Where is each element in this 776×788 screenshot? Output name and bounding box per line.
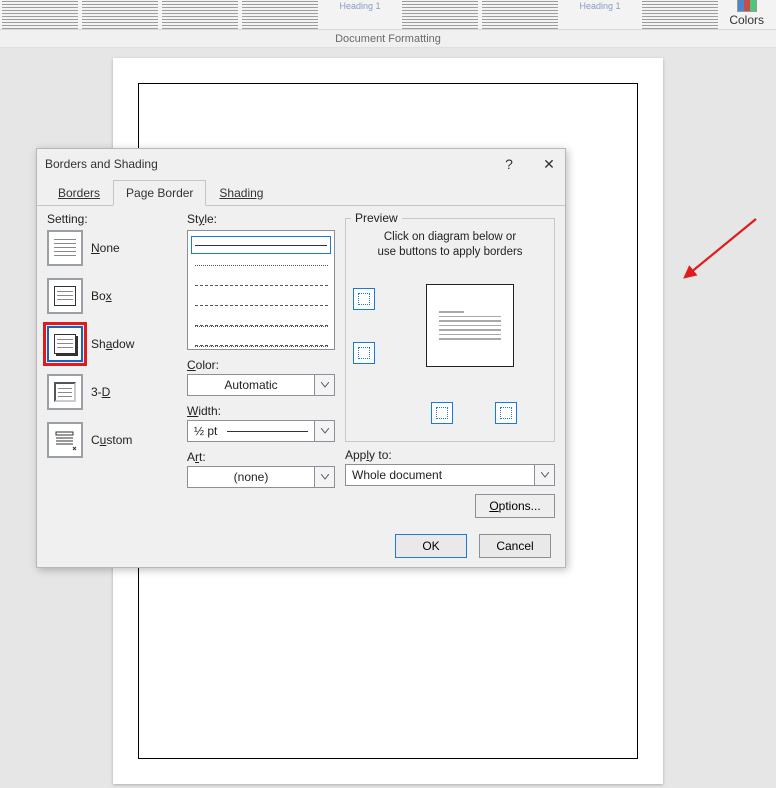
colors-button[interactable]: Colors [725,0,768,29]
setting-label: Setting: [47,212,177,226]
tab-shading[interactable]: Shading [206,180,276,206]
setting-shadow-label: Shadow [91,337,134,351]
setting-none-label: None [91,241,120,255]
style-thumb-heading[interactable] [322,1,398,29]
chevron-down-icon [314,421,334,441]
style-thumb-heading[interactable] [562,1,638,29]
style-thumb[interactable] [162,1,238,29]
art-combo[interactable]: (none) [187,466,335,488]
apply-to-label: Apply to: [345,448,392,462]
style-option-dotted[interactable] [191,256,331,274]
dialog-help-icon[interactable]: ? [501,156,517,172]
borders-shading-dialog: Borders and Shading ? ✕ Borders Page Bor… [36,148,566,568]
style-option-dashdot[interactable] [191,316,331,334]
box-icon [54,286,76,306]
preview-hint: Click on diagram below or use buttons to… [345,230,555,260]
width-value: ½ pt [188,421,314,441]
none-icon [54,239,76,257]
preview-diagram[interactable] [420,278,520,373]
style-listbox[interactable] [187,230,335,350]
dialog-title: Borders and Shading [45,157,158,171]
preview-fieldset: Preview Click on diagram below or use bu… [345,212,555,442]
chevron-down-icon [534,465,554,485]
color-combo[interactable]: Automatic [187,374,335,396]
chevron-down-icon [314,375,334,395]
ribbon-group-label: Document Formatting [0,30,776,48]
width-combo[interactable]: ½ pt [187,420,335,442]
preview-border-top-button[interactable] [353,288,375,310]
dialog-titlebar[interactable]: Borders and Shading ? ✕ [37,149,565,179]
apply-to-combo[interactable]: Whole document [345,464,555,486]
style-thumb[interactable] [2,1,78,29]
setting-custom-label: Custom [91,433,132,447]
style-label: Style: [187,212,335,226]
color-value: Automatic [188,375,314,395]
setting-shadow-button[interactable] [47,326,83,362]
preview-border-left-button[interactable] [431,402,453,424]
style-option-dashdot2[interactable] [191,336,331,350]
three-d-icon [54,382,76,402]
width-label: Width: [187,404,335,418]
colors-label: Colors [729,13,764,27]
dialog-tabs: Borders Page Border Shading [37,179,565,206]
shadow-icon [54,334,76,354]
colors-swatch-icon [737,0,757,12]
options-button[interactable]: Options... [475,494,555,518]
style-thumb[interactable] [642,1,718,29]
setting-none-button[interactable] [47,230,83,266]
art-label: Art: [187,450,335,464]
preview-border-bottom-button[interactable] [353,342,375,364]
dialog-close-icon[interactable]: ✕ [541,156,557,173]
color-label: Color: [187,358,335,372]
tab-borders[interactable]: Borders [45,180,113,206]
cancel-button[interactable]: Cancel [479,534,551,558]
style-thumb[interactable] [242,1,318,29]
art-value: (none) [188,467,314,487]
setting-custom-button[interactable] [47,422,83,458]
setting-3d-button[interactable] [47,374,83,410]
style-thumb[interactable] [82,1,158,29]
style-thumb[interactable] [402,1,478,29]
style-option-solid[interactable] [191,236,331,254]
setting-3d-label: 3-D [91,385,110,399]
style-thumb[interactable] [482,1,558,29]
tab-page-border[interactable]: Page Border [113,180,206,206]
setting-box-button[interactable] [47,278,83,314]
preview-legend: Preview [351,211,402,225]
chevron-down-icon [314,467,334,487]
style-option-dashed2[interactable] [191,296,331,314]
ribbon-strip: Colors [0,0,776,30]
ok-button[interactable]: OK [395,534,467,558]
apply-to-value: Whole document [346,465,534,485]
preview-border-right-button[interactable] [495,402,517,424]
style-option-dashed[interactable] [191,276,331,294]
custom-icon [53,429,77,451]
setting-box-label: Box [91,289,112,303]
